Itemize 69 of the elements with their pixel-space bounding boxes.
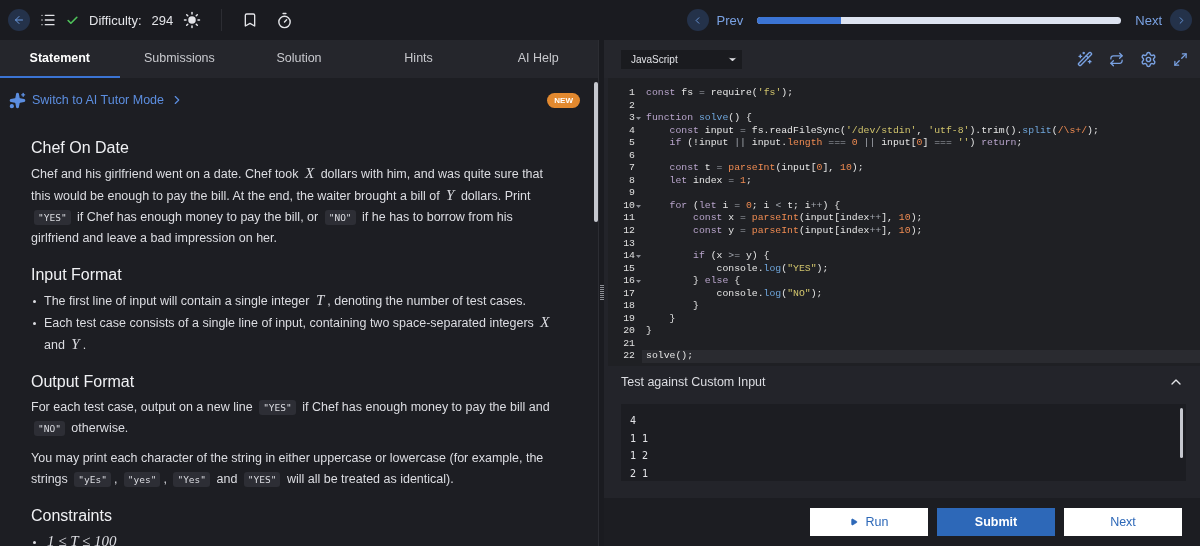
code-line: } [668,312,676,326]
code-line: } [692,300,699,313]
code-line: if (x >= y) { [692,250,770,263]
difficulty-label: Difficulty: [89,12,142,28]
code-line: console.log("YES"); [715,262,829,276]
expand-icon[interactable] [1173,50,1188,68]
chevron-left-icon [686,9,709,31]
run-button[interactable]: Run [810,508,928,536]
magic-wand-icon[interactable] [1077,50,1093,68]
new-badge: NEW [547,92,580,108]
play-icon [849,518,858,526]
code-line: solve(); [645,350,694,364]
resize-handle[interactable] [598,40,604,546]
next-link[interactable]: Next [1135,9,1192,31]
next-button[interactable]: Next [1064,508,1182,536]
tab[interactable]: Solution [239,40,359,78]
arrow-left-icon [13,14,25,26]
back-button[interactable] [8,9,30,31]
fold-caret-icon[interactable] [636,204,641,208]
code-line: const t = parseInt(input[0], 10); [668,162,864,175]
code-line: console.log("NO"); [715,287,823,301]
sun-icon[interactable] [183,11,202,29]
chevron-right-icon [1170,9,1192,31]
language-select[interactable]: JavaScript [621,49,742,69]
scrollbar[interactable] [594,82,598,222]
section-heading: Constraints [31,507,113,525]
timer-icon[interactable] [276,11,294,29]
line-number: 22 [608,350,642,364]
section-heading: Input Format [31,266,123,284]
fold-caret-icon[interactable] [636,255,641,259]
code-line: } [645,325,652,338]
settings-icon[interactable] [1140,50,1157,68]
repeat-icon[interactable] [1109,50,1124,68]
tab[interactable]: AI Help [478,40,598,78]
ai-tutor-link[interactable]: Switch to AI Tutor Mode [9,91,184,109]
code-line: const input = fs.readFileSync('/dev/stdin', 'utf-8').trim().split(/\s+/); [668,124,1099,138]
code-line: const fs = require('fs'); [645,87,794,100]
code-line: const y = parseInt(input[index++], 10); [692,225,923,238]
bullet-icon [33,322,36,325]
section-heading: Chef On Date [31,139,130,157]
tab[interactable]: Hints [358,40,479,78]
sparkles-icon [9,91,26,109]
bullet-text: 1 ≤ T ≤ 100 [46,532,118,546]
code-line: const x = parseInt(input[index++], 10); [692,212,923,225]
code-line: let index = 1; [668,174,752,188]
code-line: } else { [692,275,741,288]
statement-paragraph: You may print each character of the string in either uppercase or lowercase (for example, the strings "yEs" , "yes" , "Yes" and "YES" will all be treated as identical). [31,450,545,489]
input-field[interactable]: 4 1 1 1 2 2 1 [621,404,1186,481]
submit-button[interactable]: Submit [937,508,1055,536]
custom-input-title: Test against Custom Input [621,375,766,389]
tab[interactable]: Submissions [119,40,240,78]
bullet-text: Each test case consists of a single line of input, containing two space-separated integers X and Y . [44,313,551,354]
fold-caret-icon[interactable] [636,280,641,284]
code-line: if (!input || input.length === 0 || input[0] === '') return; [668,137,1023,150]
scrollbar[interactable] [1180,408,1183,458]
statement-paragraph: For each test case, output on a new line "YES" if Chef has enough money to pay the bill and "NO" otherwise. [31,399,551,438]
code-editor[interactable] [608,78,1200,366]
fold-caret-icon[interactable] [636,117,641,121]
tab[interactable]: Statement [0,40,120,78]
statement-paragraph: Chef and his girlfriend went on a date. Chef took X dollars with him, and was quite sure that this would be enough to pay the bill. At the end, the waiter brought a bill of Y dollars. Print "YES" if Chef has enough money to pay the bill, or "NO" if he has to borrow from his girlfriend and leave a bad impression on her. [31,164,544,247]
bullet-text: The first line of input will contain a single integer T , denoting the number of test cases. [44,291,526,310]
difficulty-value: 294 [151,12,174,28]
section-heading: Output Format [31,373,136,391]
bullet-icon [33,541,36,544]
code-line: for (let i = 0; i < t; i++) { [668,199,841,213]
code-line: function solve() { [645,112,752,125]
prev-button[interactable]: Prev [686,9,744,31]
bullet-icon [33,300,36,303]
list-icon[interactable] [40,12,56,28]
